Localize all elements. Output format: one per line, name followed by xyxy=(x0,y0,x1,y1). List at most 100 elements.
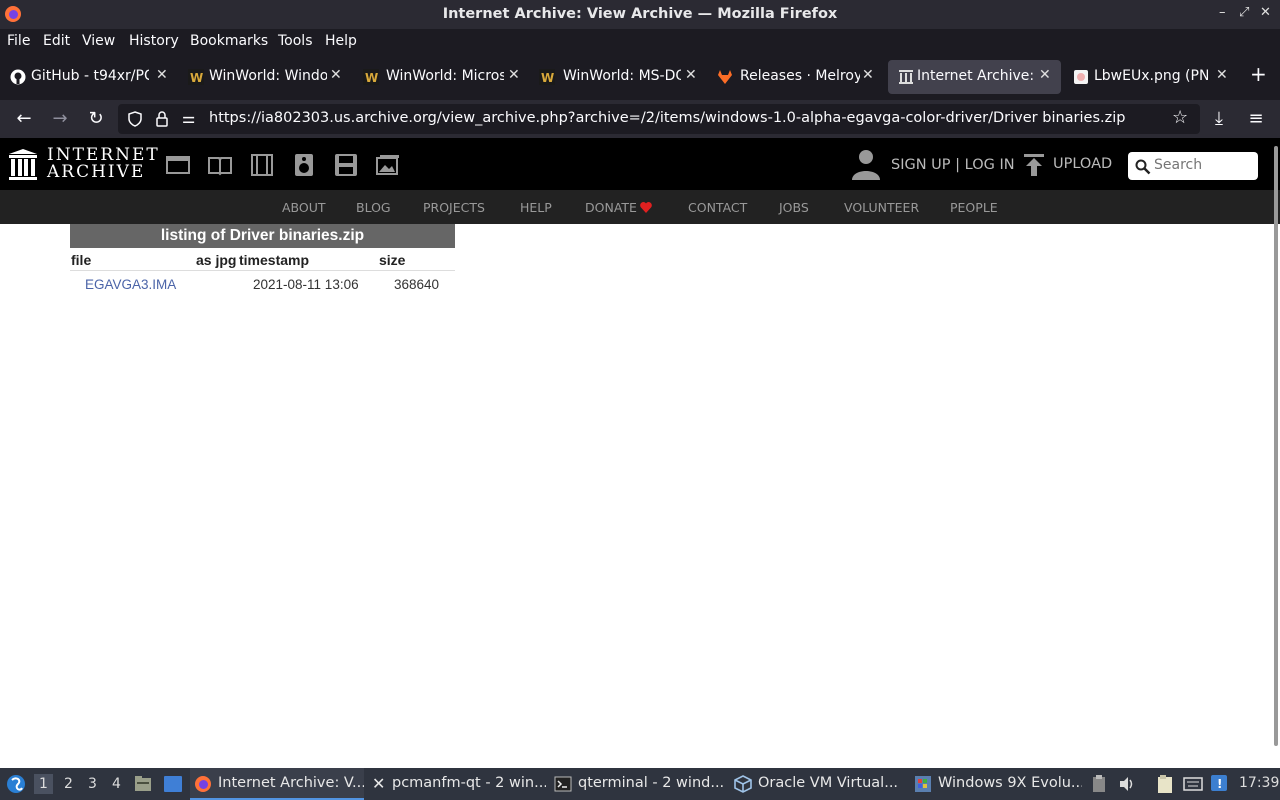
tab-title: WinWorld: Micros xyxy=(386,68,504,84)
timestamp-cell: 2021-08-11 13:06 xyxy=(253,277,359,292)
upload-link[interactable]: UPLOAD xyxy=(1053,156,1112,172)
url-bar[interactable]: ⚌ https://ia802303.us.archive.org/view_a… xyxy=(118,104,1200,134)
images-icon[interactable] xyxy=(376,154,400,176)
updates-icon[interactable]: ! xyxy=(1211,775,1227,791)
tab-close-icon[interactable]: ✕ xyxy=(862,67,874,83)
tab-close-icon[interactable]: ✕ xyxy=(330,67,342,83)
task-windows9x[interactable]: Windows 9X Evolu... xyxy=(910,768,1082,800)
svg-text:W: W xyxy=(541,71,554,85)
firefox-icon xyxy=(195,776,211,792)
tab-winworld-msdos[interactable]: W WinWorld: MS-DO ✕ xyxy=(529,60,707,94)
tab-title: GitHub - t94xr/PC xyxy=(31,68,149,84)
ia-logo-text[interactable]: INTERNET ARCHIVE xyxy=(47,147,160,181)
forward-button[interactable]: → xyxy=(49,108,71,130)
image-icon xyxy=(1074,70,1088,84)
back-button[interactable]: ← xyxy=(13,108,35,130)
url-text[interactable]: https://ia802303.us.archive.org/view_arc… xyxy=(209,110,1125,126)
nav-contact[interactable]: CONTACT xyxy=(688,200,747,215)
column-header-file: file xyxy=(71,252,92,268)
winworld-icon: W xyxy=(363,69,379,85)
column-header-as-jpg: as jpg xyxy=(196,252,237,268)
ia-search-box[interactable] xyxy=(1128,152,1258,180)
task-label: Internet Archive: V... xyxy=(218,775,364,791)
tab-winworld-windows[interactable]: W WinWorld: Window ✕ xyxy=(178,60,353,94)
software-icon[interactable] xyxy=(334,154,358,176)
desktop-icon[interactable] xyxy=(163,775,183,793)
heart-icon[interactable] xyxy=(640,202,652,213)
minimize-button[interactable]: – xyxy=(1219,5,1226,20)
notes-icon[interactable] xyxy=(1156,774,1174,794)
tab-github[interactable]: GitHub - t94xr/PC ✕ xyxy=(0,60,178,94)
tab-releases[interactable]: Releases · Melroy ✕ xyxy=(707,60,885,94)
tab-close-icon[interactable]: ✕ xyxy=(685,67,697,83)
menu-help[interactable]: Help xyxy=(325,33,357,49)
menu-bookmarks[interactable]: Bookmarks xyxy=(190,33,268,49)
taskbar: 1 2 3 4 Internet Archive: V... ✕ pcmanfm… xyxy=(0,768,1280,800)
close-window-button[interactable]: ✕ xyxy=(1260,5,1271,20)
navigation-bar: ← → ↻ ⚌ https://ia802303.us.archive.org/… xyxy=(0,100,1280,138)
nav-donate[interactable]: DONATE xyxy=(585,200,637,215)
menu-edit[interactable]: Edit xyxy=(43,33,70,49)
bookmark-star-icon[interactable]: ☆ xyxy=(1172,107,1188,128)
task-virtualbox[interactable]: Oracle VM Virtual... xyxy=(730,768,908,800)
nav-about[interactable]: ABOUT xyxy=(282,200,326,215)
tab-image[interactable]: LbwEUx.png (PNG ✕ xyxy=(1063,60,1235,94)
tab-winworld-microsoft[interactable]: W WinWorld: Micros ✕ xyxy=(353,60,529,94)
menu-history[interactable]: History xyxy=(129,33,179,49)
nav-jobs[interactable]: JOBS xyxy=(779,200,809,215)
shield-icon[interactable] xyxy=(127,111,143,127)
ia-logo-icon[interactable] xyxy=(9,149,37,180)
menu-hamburger-icon[interactable]: ≡ xyxy=(1245,108,1267,130)
ia-nav-bar: ABOUT BLOG PROJECTS HELP DONATE CONTACT … xyxy=(0,190,1280,224)
nav-projects[interactable]: PROJECTS xyxy=(423,200,485,215)
tab-close-icon[interactable]: ✕ xyxy=(1039,67,1051,83)
clipboard-icon[interactable] xyxy=(1091,775,1107,793)
nav-help[interactable]: HELP xyxy=(520,200,552,215)
clock[interactable]: 17:39 xyxy=(1239,775,1279,791)
size-cell: 368640 xyxy=(394,277,440,292)
menu-tools[interactable]: Tools xyxy=(278,33,313,49)
texts-icon[interactable] xyxy=(208,154,232,176)
winworld-icon: W xyxy=(188,69,204,85)
start-menu-icon[interactable] xyxy=(6,774,26,794)
tab-close-icon[interactable]: ✕ xyxy=(156,67,168,83)
file-manager-icon[interactable] xyxy=(134,775,152,793)
audio-icon[interactable] xyxy=(292,154,316,176)
upload-icon[interactable] xyxy=(1024,154,1044,176)
workspace-4[interactable]: 4 xyxy=(112,776,121,792)
new-tab-button[interactable]: + xyxy=(1250,62,1267,86)
search-input[interactable] xyxy=(1154,157,1250,173)
tab-bar: GitHub - t94xr/PC ✕ W WinWorld: Window ✕… xyxy=(0,54,1280,100)
page-scrollbar[interactable] xyxy=(1274,146,1278,746)
file-link[interactable]: EGAVGA3.IMA xyxy=(85,277,176,292)
workspace-2[interactable]: 2 xyxy=(64,776,73,792)
task-pcmanfm[interactable]: ✕ pcmanfm-qt - 2 win... xyxy=(368,768,546,800)
menu-view[interactable]: View xyxy=(82,33,115,49)
task-firefox[interactable]: Internet Archive: V... xyxy=(190,768,364,800)
nav-people[interactable]: PEOPLE xyxy=(950,200,998,215)
permissions-icon[interactable]: ⚌ xyxy=(182,109,195,127)
nav-volunteer[interactable]: VOLUNTEER xyxy=(844,200,919,215)
task-label: Windows 9X Evolu... xyxy=(938,775,1082,791)
maximize-button[interactable]: ⤢ xyxy=(1239,5,1249,20)
user-avatar-icon[interactable] xyxy=(852,148,880,180)
menu-file[interactable]: File xyxy=(7,33,30,49)
workspace-3[interactable]: 3 xyxy=(88,776,97,792)
nav-blog[interactable]: BLOG xyxy=(356,200,391,215)
window-titlebar: Internet Archive: View Archive — Mozilla… xyxy=(0,0,1280,29)
downloads-icon[interactable]: ⤓ xyxy=(1208,108,1230,130)
workspace-1[interactable]: 1 xyxy=(34,774,53,794)
tab-internet-archive[interactable]: Internet Archive: V ✕ xyxy=(888,60,1061,94)
tab-title: WinWorld: Window xyxy=(209,68,327,84)
reload-button[interactable]: ↻ xyxy=(85,108,107,130)
tab-close-icon[interactable]: ✕ xyxy=(1216,67,1228,83)
task-qterminal[interactable]: qterminal - 2 wind... xyxy=(550,768,728,800)
tab-close-icon[interactable]: ✕ xyxy=(508,67,520,83)
video-icon[interactable] xyxy=(250,154,274,176)
winworld-icon: W xyxy=(539,69,555,85)
lock-icon[interactable] xyxy=(155,110,169,128)
signup-login-link[interactable]: SIGN UP | LOG IN xyxy=(891,157,1015,173)
keyboard-icon[interactable] xyxy=(1183,775,1203,793)
volume-icon[interactable] xyxy=(1118,775,1136,793)
web-icon[interactable] xyxy=(166,154,190,176)
